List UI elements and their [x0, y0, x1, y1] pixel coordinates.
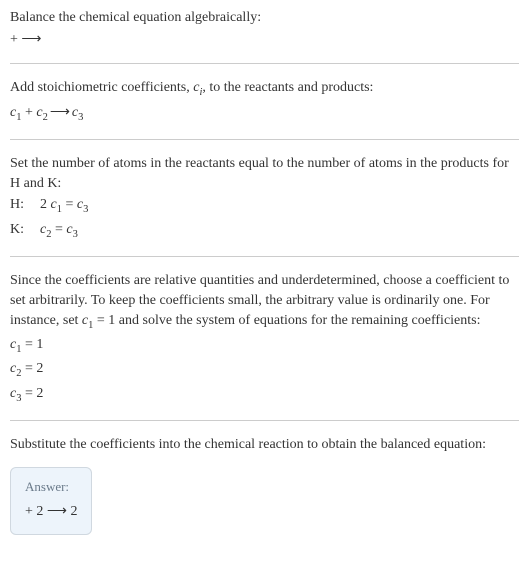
element-label-h: H: — [10, 195, 30, 215]
balance-instruction: Balance the chemical equation algebraica… — [10, 8, 519, 28]
answer-title: Answer: — [25, 478, 77, 496]
set-eq: = 1 — [93, 313, 115, 328]
sol-c3-val: = 2 — [21, 386, 43, 401]
k-eq: = — [51, 222, 66, 237]
coeff-equation: c1 + c2 ⟶ c3 — [10, 103, 519, 125]
solution-c1: c1 = 1 — [10, 335, 519, 357]
answer-equation: + 2 ⟶ 2 — [25, 502, 77, 522]
h-eq: = — [62, 197, 77, 212]
h-coeff: 2 — [40, 197, 51, 212]
divider — [10, 420, 519, 421]
sol-c1-val: = 1 — [21, 337, 43, 352]
section-add-coefficients: Add stoichiometric coefficients, ci, to … — [10, 78, 519, 125]
add-coeff-lead: Add stoichiometric coefficients, — [10, 80, 193, 95]
bare-equation: + ⟶ — [10, 30, 519, 50]
section-atom-balance: Set the number of atoms in the reactants… — [10, 154, 519, 242]
solution-c2: c2 = 2 — [10, 359, 519, 381]
plus-1: + — [21, 105, 36, 120]
arrow-1: ⟶ — [48, 103, 72, 123]
element-label-k: K: — [10, 220, 30, 240]
add-coeff-tail: , to the reactants and products: — [202, 80, 373, 95]
add-coeff-text: Add stoichiometric coefficients, ci, to … — [10, 78, 519, 100]
k-equation: c2 = c3 — [40, 220, 78, 242]
c3-sub: 3 — [78, 111, 83, 122]
solution-c3: c3 = 2 — [10, 384, 519, 406]
section-substitute: Substitute the coefficients into the che… — [10, 435, 519, 455]
balance-row-h: H: 2 c1 = c3 — [10, 195, 519, 217]
section-balance-intro: Balance the chemical equation algebraica… — [10, 8, 519, 49]
solve-p2: and solve the system of equations for th… — [115, 313, 480, 328]
section-solve: Since the coefficients are relative quan… — [10, 271, 519, 406]
h-equation: 2 c1 = c3 — [40, 195, 88, 217]
answer-box: Answer: + 2 ⟶ 2 — [10, 467, 92, 535]
k-rhs-sub: 3 — [73, 229, 78, 240]
divider — [10, 256, 519, 257]
h-rhs-sub: 3 — [83, 204, 88, 215]
balance-row-k: K: c2 = c3 — [10, 220, 519, 242]
substitute-text: Substitute the coefficients into the che… — [10, 435, 519, 455]
sol-c2-val: = 2 — [21, 361, 43, 376]
divider — [10, 139, 519, 140]
divider — [10, 63, 519, 64]
atom-balance-intro: Set the number of atoms in the reactants… — [10, 154, 519, 193]
solve-paragraph: Since the coefficients are relative quan… — [10, 271, 519, 333]
